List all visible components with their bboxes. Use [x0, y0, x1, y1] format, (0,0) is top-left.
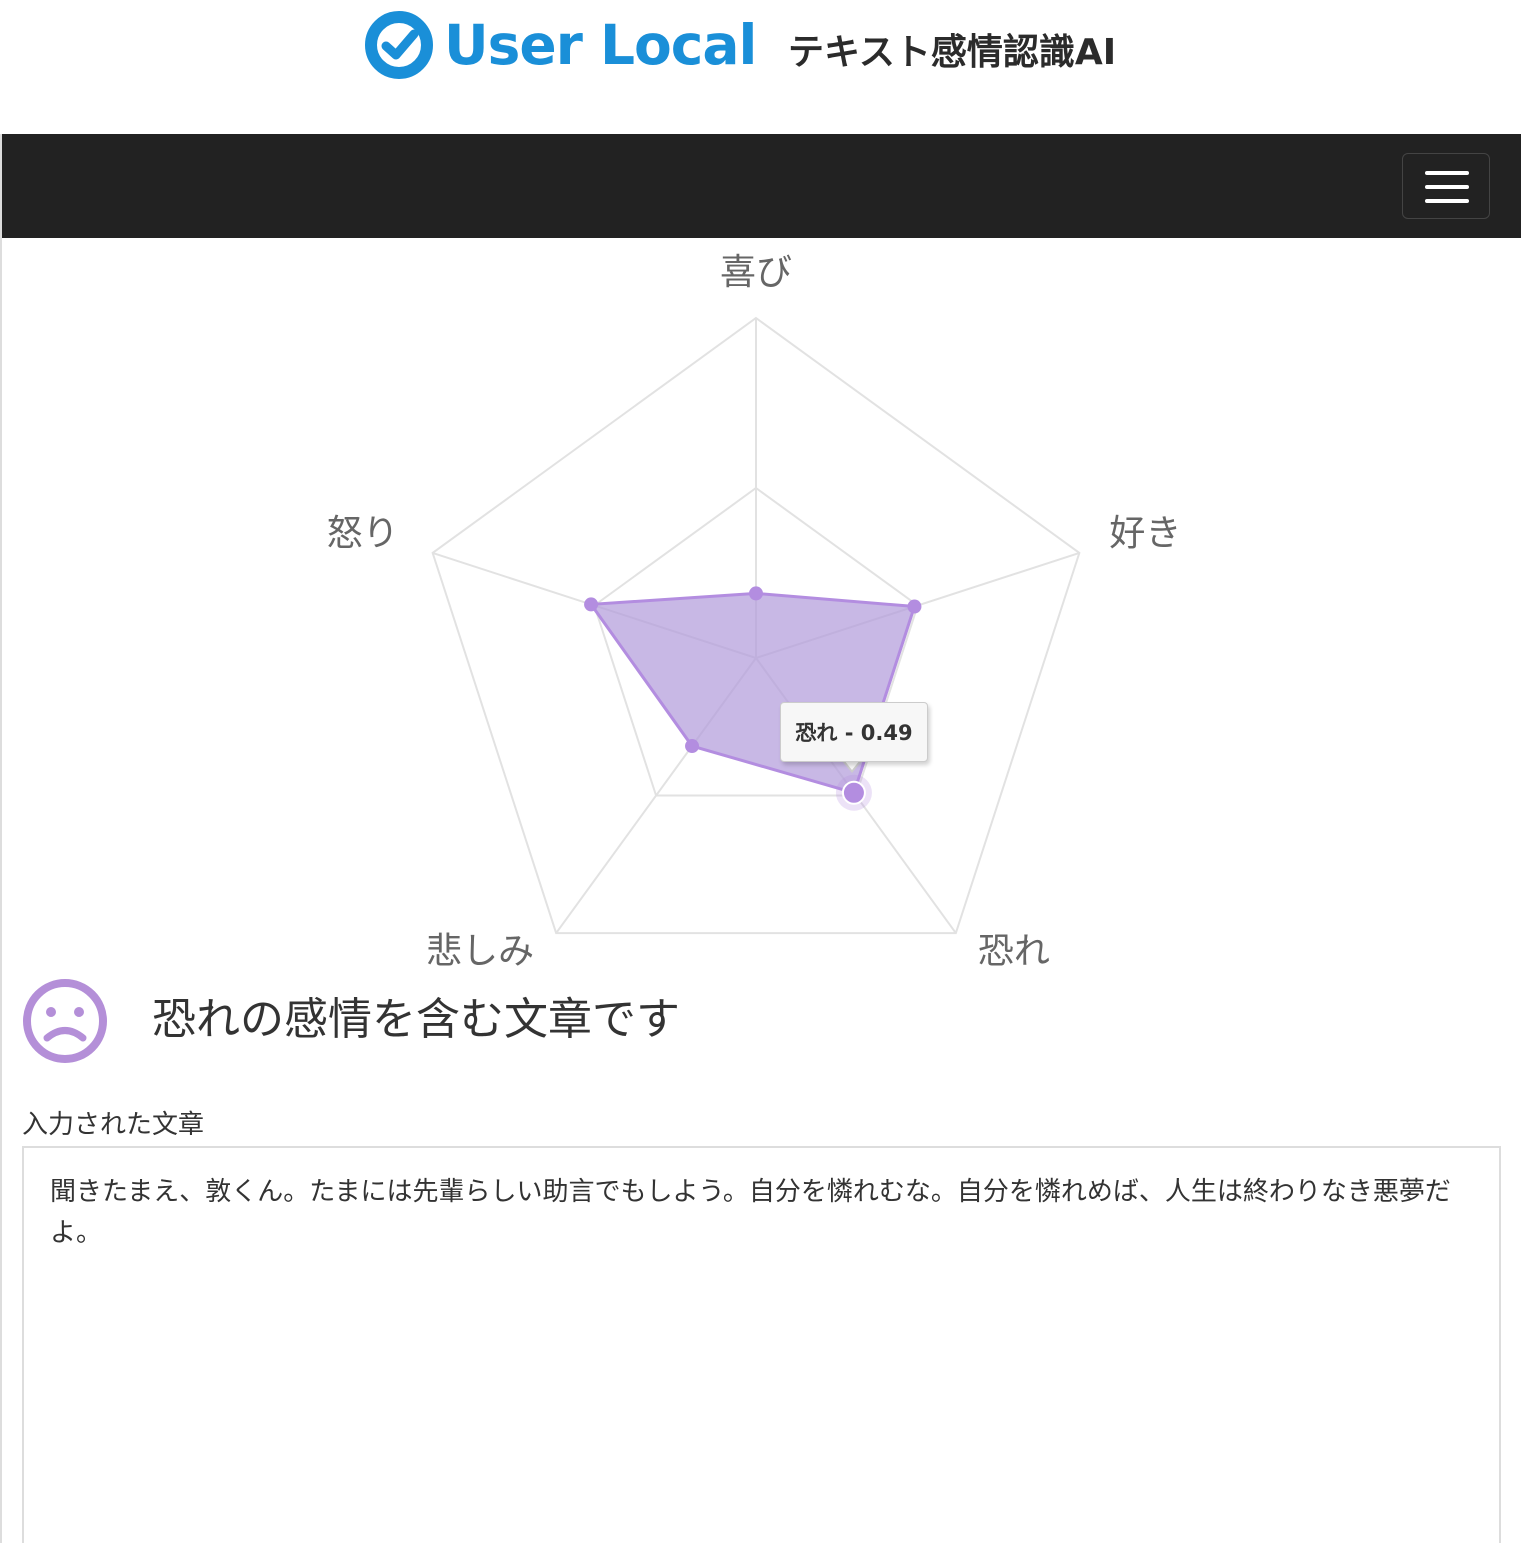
- input-text-area[interactable]: 聞きたまえ、敦くん。たまには先輩らしい助言でもしよう。自分を憐れむな。自分を憐れ…: [22, 1146, 1501, 1543]
- product-name: テキスト感情認識AI: [788, 32, 1117, 73]
- chart-tooltip: 恐れ - 0.49: [780, 702, 928, 762]
- brand-logo[interactable]: User Local: [364, 10, 757, 80]
- brand-name: User Local: [444, 13, 757, 77]
- hamburger-menu-icon: [1425, 171, 1469, 175]
- sad-face-icon: [23, 979, 107, 1063]
- radar-point-5[interactable]: [584, 597, 599, 612]
- emotion-radar-chart: 喜び好き恐れ 悲しみ 怒り: [327, 252, 1182, 972]
- radar-point-1[interactable]: [749, 586, 763, 601]
- radar-axis-label-4: 悲しみ: [426, 931, 534, 972]
- menu-toggle-button[interactable]: [1402, 153, 1490, 219]
- radar-axis-label-2: 好き: [1109, 513, 1181, 554]
- navbar: [2, 134, 1521, 238]
- site-header: User Local テキスト感情認識AI: [0, 0, 1521, 134]
- hamburger-menu-icon-bar: [1425, 199, 1469, 203]
- result-title: 恐れの感情を含む文章です: [152, 994, 680, 1045]
- radar-axis-label-5: 怒り: [327, 513, 399, 554]
- radar-point-4[interactable]: [685, 739, 700, 754]
- radar-series: [584, 586, 922, 811]
- radar-axis-label-3: 恐れ: [978, 931, 1050, 972]
- user-local-logo-icon: [365, 11, 433, 79]
- radar-point-2[interactable]: [907, 599, 922, 614]
- radar-axis-label-1: 喜び: [720, 252, 792, 293]
- radar-point-3[interactable]: [841, 780, 866, 805]
- hamburger-menu-icon-bar: [1425, 185, 1469, 189]
- input-label: 入力された文章: [22, 1110, 205, 1140]
